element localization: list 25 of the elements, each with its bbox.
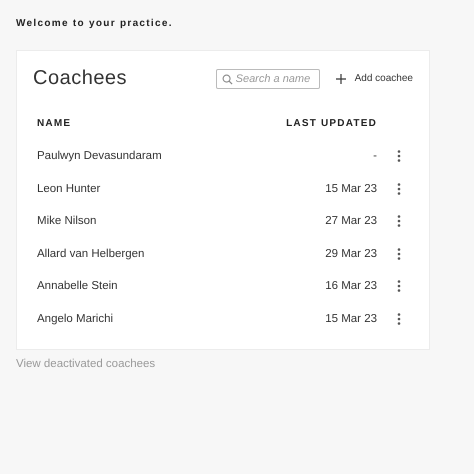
last-updated-date: 15 Mar 23: [325, 182, 377, 195]
last-updated-date: 16 Mar 23: [325, 280, 377, 292]
add-coachee-button[interactable]: Add coachee: [336, 73, 413, 84]
more-options-icon[interactable]: [397, 182, 401, 195]
column-header: LAST UPDATED: [286, 118, 377, 128]
more-options-icon[interactable]: [397, 150, 401, 162]
card-title: Coachees: [33, 67, 128, 90]
last-updated-date: 29 Mar 23: [325, 248, 377, 260]
coachee-name: Allard van Helbergen: [37, 248, 146, 260]
more-options-icon[interactable]: [397, 215, 401, 228]
column-header: NAME: [37, 118, 72, 128]
coachee-name: Angelo Marichi: [37, 312, 114, 325]
more-options-icon[interactable]: [397, 312, 401, 325]
coachee-name: Leon Hunter: [37, 182, 102, 195]
coachee-name: Mike Nilson: [37, 215, 98, 228]
last-updated-date: 15 Mar 23: [325, 312, 377, 325]
more-options-icon[interactable]: [397, 248, 401, 260]
last-updated-date: 27 Mar 23: [325, 215, 377, 228]
plus-icon: [336, 74, 346, 84]
coachee-name: Annabelle Stein: [37, 280, 119, 292]
last-updated-date: -: [373, 150, 377, 162]
search-field[interactable]: Search a name: [216, 68, 320, 88]
welcome-heading: Welcome to your practice.: [16, 18, 173, 29]
coachee-name: Paulwyn Devasundaram: [37, 150, 163, 162]
more-options-icon[interactable]: [397, 280, 401, 292]
